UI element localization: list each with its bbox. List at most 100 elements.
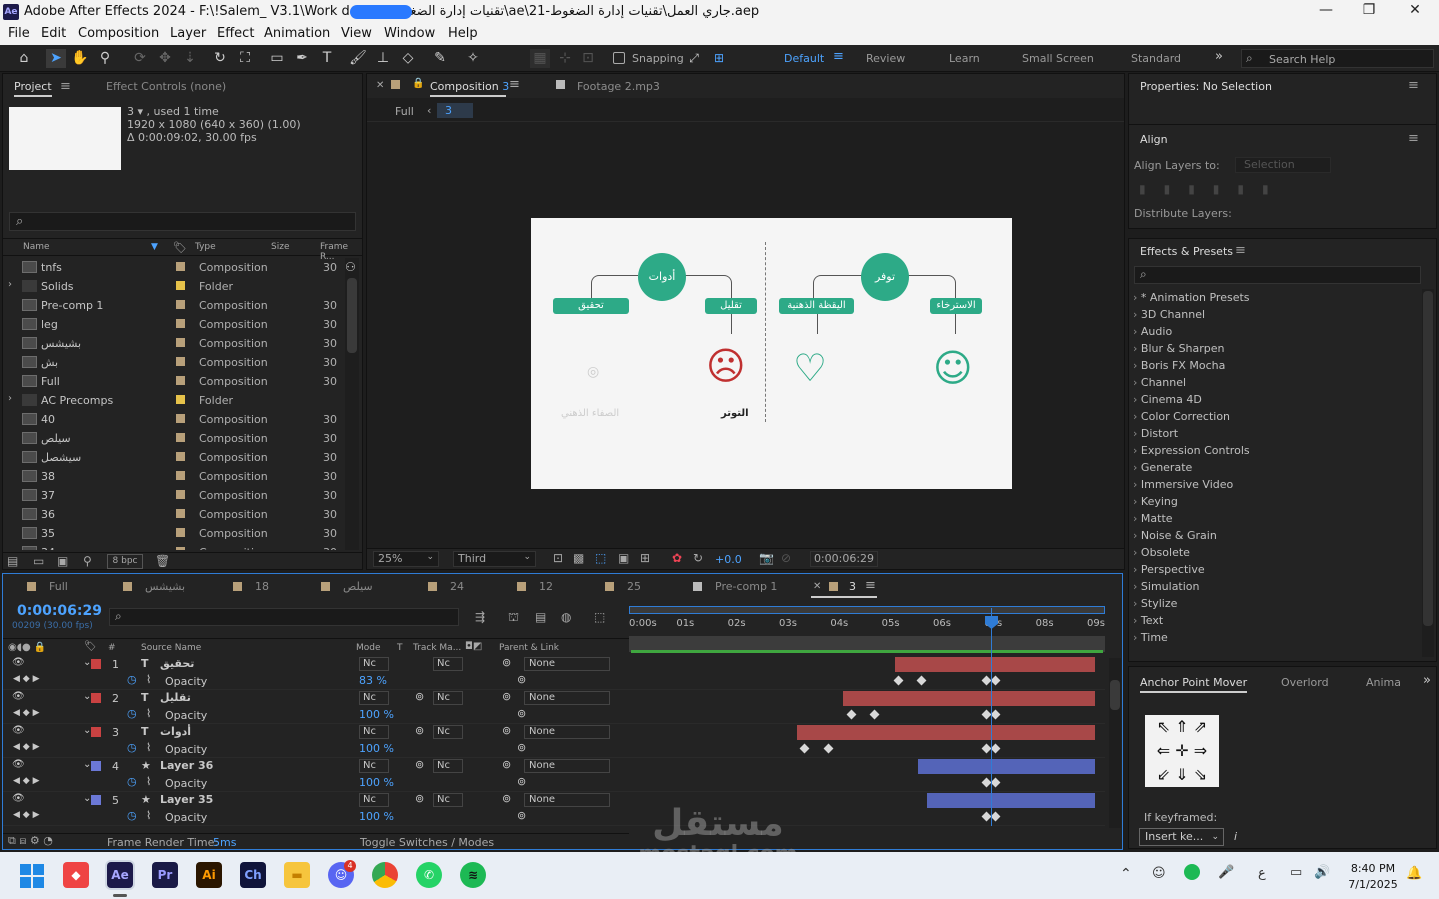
timeline-search-field[interactable]: ⌕ [109,608,459,626]
timeline-layer-row[interactable]: 👁 ⌄ 5 ★ Layer 35 Nc ⊚ Nc ⊚ None [7,792,629,809]
roto-brush-tool-icon[interactable]: ✎ [430,49,450,68]
resolution-select[interactable]: Third ⌄ [453,551,536,567]
notification-bell-icon[interactable]: 🔔 [1406,866,1422,881]
timeline-tab[interactable]: 3 [849,580,856,593]
project-item[interactable]: 40 Composition 30 [7,410,343,429]
effects-category[interactable]: › Stylize [1133,597,1177,610]
tray-spotify-icon[interactable] [1184,864,1200,880]
label-swatch[interactable] [176,357,185,366]
track-matte-select[interactable]: Nc [433,759,463,773]
effects-category[interactable]: › Color Correction [1133,410,1230,423]
parent-select[interactable]: None [524,657,610,671]
layer-label-swatch[interactable] [91,761,101,771]
file-explorer-icon[interactable]: ▬ [284,862,310,888]
show-snapshot-icon[interactable]: ⊘ [781,551,791,565]
selection-tool-icon[interactable]: ➤ [46,49,66,68]
rectangle-tool-icon[interactable]: ▭ [267,49,287,68]
graph-icon[interactable]: ⌇ [146,673,151,686]
layer-mode-select[interactable]: Nc [359,759,389,773]
type-tool-icon[interactable]: T [317,49,337,68]
mask-visibility-icon[interactable]: ⬚ [595,551,606,565]
zoom-select[interactable]: 25% ⌄ [373,551,439,567]
view-axis-icon[interactable]: ⊡ [578,49,598,68]
effects-search-field[interactable]: ⌕ [1134,266,1421,284]
align-to-select[interactable]: Selection [1235,157,1331,173]
opacity-property-row[interactable]: ◀ ◆ ▶ ◷ ⌇ Opacity 100 % ⊚ [7,707,629,724]
eye-visibility-icon[interactable]: 👁 [12,725,25,736]
effects-category[interactable]: › Perspective [1133,563,1205,576]
anchor-middle-row-icon[interactable]: ⇐ ✛ ⇒ [1145,739,1219,763]
project-item[interactable]: Pre-comp 1 Composition 30 [7,296,343,315]
keyframe-marker[interactable] [893,675,904,686]
timeline-timecode[interactable]: 0:00:06:29 [17,603,102,619]
label-swatch[interactable] [176,262,185,271]
snap-options-icon[interactable]: ⤢ [684,49,704,68]
menu-animation[interactable]: Animation [264,26,330,41]
effects-category[interactable]: › Cinema 4D [1133,393,1202,406]
opacity-value[interactable]: 83 % [359,674,387,687]
expression-pickwhip-icon[interactable]: ⊚ [517,741,526,754]
project-item[interactable]: Full Composition 30 [7,372,343,391]
keyframe-navigator-icon[interactable]: ◀ ◆ ▶ [13,674,40,684]
keyframe-marker[interactable] [991,743,1001,754]
label-swatch[interactable] [176,281,185,290]
more-workspaces-button[interactable]: » [1215,49,1223,64]
workspace-small-screen[interactable]: Small Screen [1022,52,1094,65]
project-item[interactable]: سيشصل Composition 30 [7,448,343,467]
project-item[interactable]: 38 Composition 30 [7,467,343,486]
opacity-value[interactable]: 100 % [359,708,394,721]
effects-scrollbar[interactable] [1422,289,1434,657]
timeline-tab[interactable]: 18 [255,580,269,593]
pan-behind-tool-icon[interactable]: ⛶ [235,49,255,68]
label-swatch[interactable] [176,300,185,309]
menu-file[interactable]: File [8,26,30,41]
motion-blur-icon[interactable]: ◍ [561,610,571,624]
clock[interactable]: 8:40 PM 7/1/2025 [1345,861,1401,893]
project-item[interactable]: › Solids Folder [7,277,343,296]
layer-name[interactable]: تقليل [160,691,191,704]
crumb-3[interactable]: 3 [437,103,473,118]
dolly-tool-icon[interactable]: ⇣ [180,49,200,68]
project-menu-icon[interactable]: ≡ [60,79,71,94]
whatsapp-icon[interactable]: ✆ [416,862,442,888]
track-matte-pickwhip-icon[interactable]: ⊚ [415,690,424,703]
layer-label-swatch[interactable] [91,795,101,805]
label-swatch[interactable] [176,414,185,423]
tab-anima[interactable]: Anima [1366,676,1401,689]
track-matte-pickwhip-icon[interactable]: ⊚ [415,758,424,771]
layer-duration-bar[interactable] [843,691,1095,706]
layer-label-swatch[interactable] [91,659,101,669]
tab-project[interactable]: Project [14,80,52,97]
timeline-layer-row[interactable]: 👁 ⌄ 3 T أدوات Nc ⊚ Nc ⊚ None [7,724,629,741]
stopwatch-icon[interactable]: ◷ [127,809,137,822]
label-swatch[interactable] [176,452,185,461]
layer-label-swatch[interactable] [91,693,101,703]
align-buttons[interactable]: ▮▮▮▮▮▮ [1139,182,1329,196]
tab-anchor-point-mover[interactable]: Anchor Point Mover [1140,676,1248,693]
taskbar-premiere-icon[interactable]: Pr [152,862,178,888]
language-indicator[interactable]: ع [1258,866,1266,881]
parent-pickwhip-icon[interactable]: ⊚ [502,690,511,703]
keyframe-marker[interactable] [869,709,880,720]
project-scrollbar[interactable] [345,258,359,550]
timeline-tab[interactable]: 24 [450,580,464,593]
col-size[interactable]: Size [271,242,289,252]
volume-icon[interactable]: 🔊 [1314,865,1330,880]
reset-exposure-icon[interactable]: ↻ [693,551,703,565]
layer-duration-bar[interactable] [927,793,1095,808]
keyframe-navigator-icon[interactable]: ◀ ◆ ▶ [13,742,40,752]
close-button[interactable]: ✕ [1400,2,1430,18]
effects-category[interactable]: › Distort [1133,427,1178,440]
workspace-standard[interactable]: Standard [1131,52,1181,65]
eye-visibility-icon[interactable]: 👁 [12,759,25,770]
workspace-learn[interactable]: Learn [949,52,980,65]
stopwatch-icon[interactable]: ◷ [127,707,137,720]
keyframe-marker[interactable] [991,709,1001,720]
effects-category[interactable]: › * Animation Presets [1133,291,1250,304]
timeline-tab[interactable]: بشيشس [145,580,185,593]
clone-stamp-tool-icon[interactable]: ⊥ [373,49,393,68]
opacity-property-row[interactable]: ◀ ◆ ▶ ◷ ⌇ Opacity 100 % ⊚ [7,775,629,792]
opacity-property-row[interactable]: ◀ ◆ ▶ ◷ ⌇ Opacity 100 % ⊚ [7,741,629,758]
interpret-footage-icon[interactable]: ▤ [7,554,18,568]
toggle-switches-modes[interactable]: Toggle Switches / Modes [360,836,494,849]
